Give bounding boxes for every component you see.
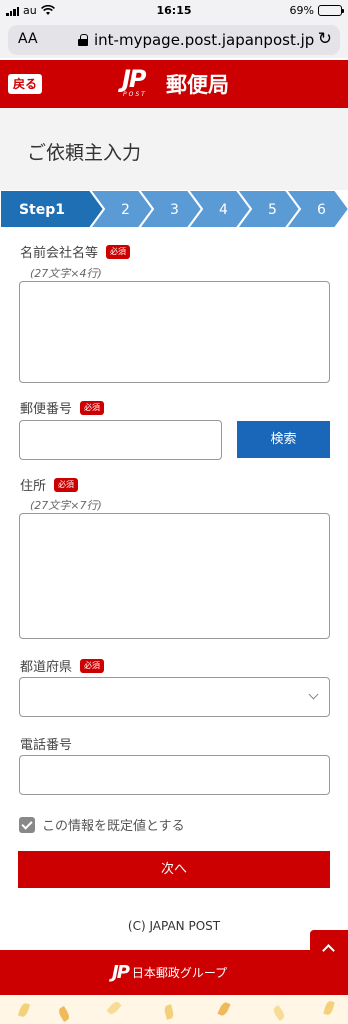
scroll-to-top-button[interactable] (310, 930, 348, 968)
reader-aa-button[interactable]: AA (18, 31, 38, 47)
chevron-up-icon (322, 944, 335, 957)
status-bar: au 16:15 69% (0, 0, 348, 22)
lock-icon (78, 34, 88, 46)
logo-mark: JP (122, 65, 146, 93)
name-textarea[interactable] (19, 281, 330, 383)
step-label-1: Step1 (19, 202, 65, 218)
step-label-3: 3 (170, 202, 179, 218)
required-badge: 必須 (54, 477, 79, 492)
logo-sub: POST (123, 91, 147, 98)
postal-label: 郵便番号 (20, 402, 73, 417)
search-button[interactable]: 検索 (237, 421, 330, 458)
leaf-icon (271, 1004, 287, 1022)
page-title-band: ご依頼主入力 (0, 108, 348, 190)
step-label-6: 6 (317, 202, 326, 218)
address-bar[interactable]: AA int-mypage.post.japanpost.jp ↻ (8, 25, 340, 55)
phone-label-row: 電話番号 (20, 734, 72, 753)
group-name: 日本郵政グループ (131, 966, 228, 980)
default-checkbox-row[interactable]: この情報を既定値とする (19, 815, 185, 834)
status-right: 69% (289, 4, 344, 17)
postal-label-row: 郵便番号 必須 (20, 398, 105, 417)
leaf-icon (217, 1000, 231, 1018)
address-label: 住所 (20, 479, 47, 494)
next-button[interactable]: 次へ (18, 851, 330, 888)
battery-percent: 69% (289, 4, 314, 17)
reload-icon[interactable]: ↻ (318, 29, 332, 49)
japanpost-logo: JP POST 郵便局 (122, 65, 229, 99)
leaf-icon (106, 1000, 122, 1016)
japanpost-group-logo: JP 日本郵政グループ (112, 962, 227, 983)
required-badge: 必須 (80, 658, 105, 673)
prefecture-select[interactable] (19, 677, 330, 717)
step-label-2: 2 (121, 202, 130, 218)
page-title: ご依頼主入力 (27, 142, 142, 164)
logo-name: 郵便局 (166, 73, 229, 97)
decorative-band (0, 995, 348, 1024)
group-logo-mark: JP (112, 962, 130, 983)
copyright: (C) JAPAN POST (127, 919, 221, 933)
leaf-icon (17, 1002, 31, 1018)
required-badge: 必須 (106, 244, 131, 259)
leaf-icon (163, 1004, 175, 1020)
name-label-row: 名前会社名等 必須 (20, 242, 131, 261)
back-button[interactable]: 戻る (8, 74, 43, 94)
url-text: int-mypage.post.japanpost.jp (94, 31, 315, 49)
address-label-row: 住所 必須 (20, 475, 79, 494)
default-checkbox-label: この情報を既定値とする (42, 819, 185, 834)
required-badge: 必須 (80, 400, 105, 415)
jp-logo-icon: JP POST (122, 65, 158, 99)
step-label-4: 4 (219, 202, 228, 218)
postal-code-input[interactable] (19, 420, 222, 460)
battery-icon (318, 5, 344, 16)
address-textarea[interactable] (19, 513, 330, 639)
step-indicator: Step1 2 3 4 5 6 (0, 190, 348, 228)
prefecture-label-row: 都道府県 必須 (20, 656, 105, 675)
chevron-down-icon (308, 689, 319, 700)
prefecture-label: 都道府県 (20, 660, 73, 675)
name-hint: (27文字×4行) (30, 267, 102, 280)
leaf-icon (57, 1005, 71, 1023)
checkbox-checked-icon[interactable] (19, 816, 35, 833)
name-label: 名前会社名等 (20, 246, 99, 261)
footer: JP 日本郵政グループ (0, 950, 348, 995)
phone-label: 電話番号 (20, 738, 73, 753)
browser-toolbar: AA int-mypage.post.japanpost.jp ↻ (0, 22, 348, 58)
leaf-icon (323, 1000, 335, 1016)
phone-input[interactable] (19, 755, 330, 795)
site-header: 戻る JP POST 郵便局 (0, 60, 348, 108)
url-display[interactable]: int-mypage.post.japanpost.jp (78, 31, 314, 49)
address-hint: (27文字×7行) (30, 499, 102, 512)
step-label-5: 5 (268, 202, 277, 218)
